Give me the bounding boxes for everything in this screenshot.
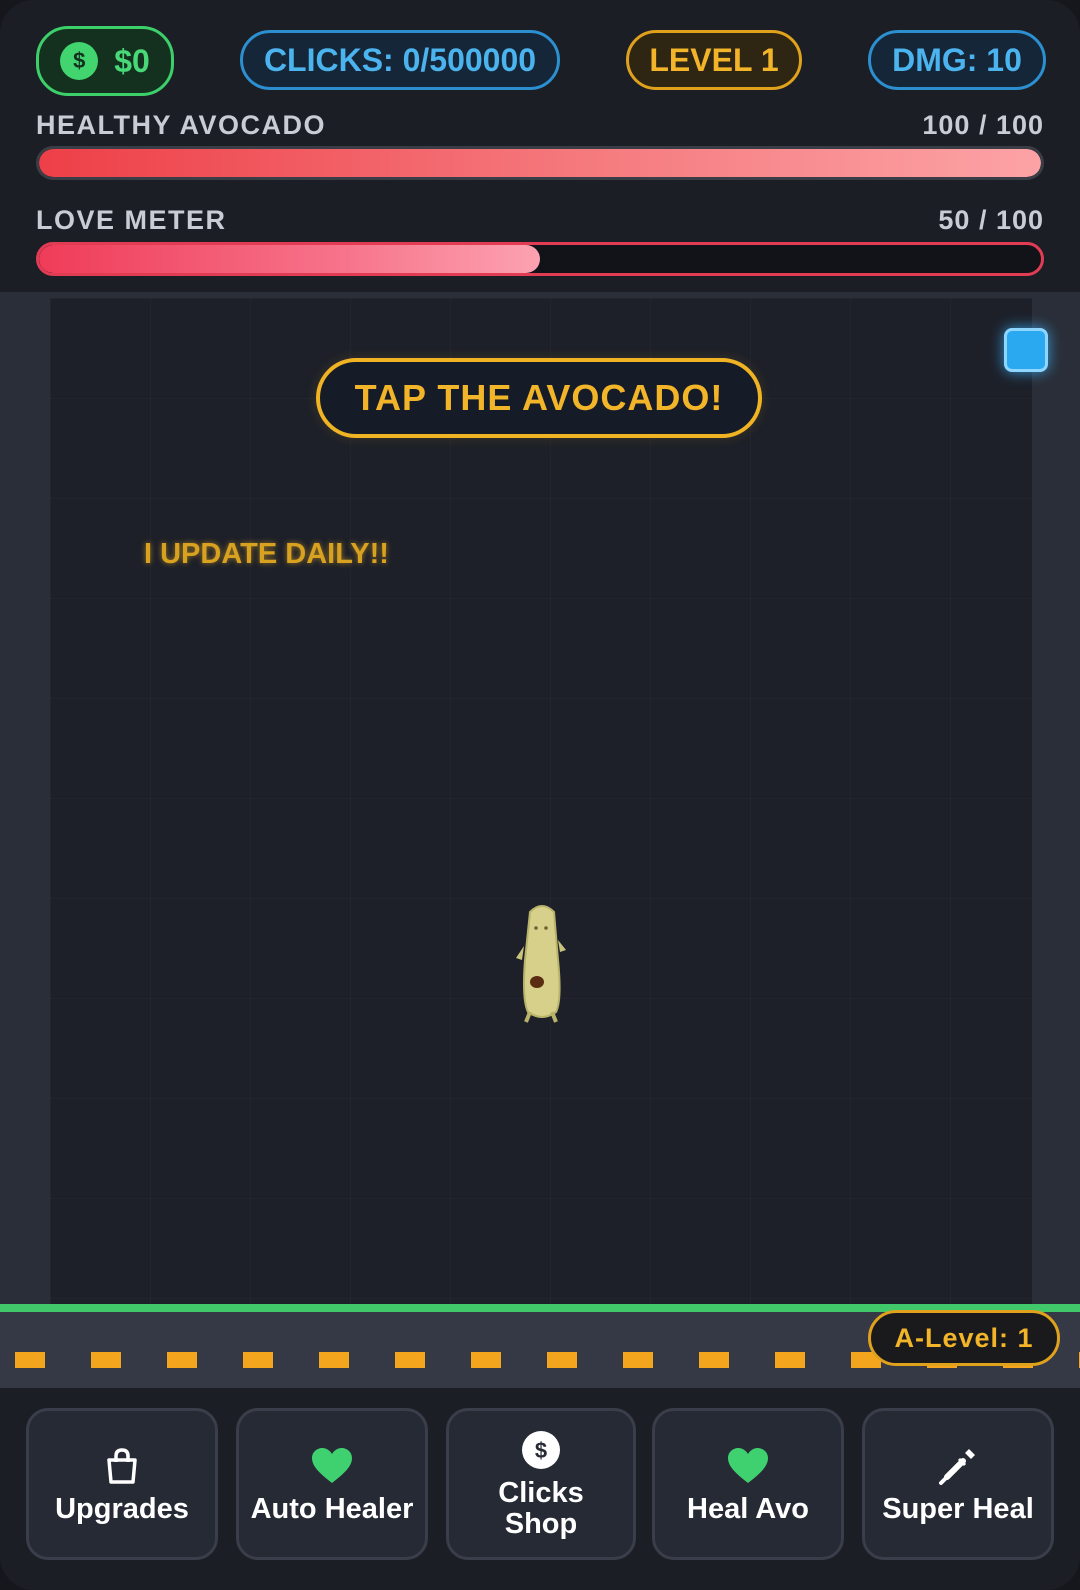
game-screen: $ $0 CLICKS: 0/500000 LEVEL 1 DMG: 10 HE… <box>0 0 1080 1590</box>
love-meter-bar <box>36 242 1044 276</box>
level-value: LEVEL 1 <box>649 41 779 78</box>
top-hud: $ $0 CLICKS: 0/500000 LEVEL 1 DMG: 10 HE… <box>0 0 1080 292</box>
super-heal-button[interactable]: Super Heal <box>862 1408 1054 1560</box>
shopping-bag-icon <box>100 1444 144 1488</box>
money-badge: $ $0 <box>36 26 174 96</box>
love-meter-value: 50 / 100 <box>938 205 1044 235</box>
a-level-badge: A-Level: 1 <box>868 1310 1060 1366</box>
heart-icon <box>310 1444 354 1488</box>
damage-badge: DMG: 10 <box>868 30 1046 90</box>
upgrades-button[interactable]: Upgrades <box>26 1408 218 1560</box>
super-heal-label: Super Heal <box>882 1492 1034 1525</box>
play-field[interactable] <box>0 292 1080 1304</box>
blue-square-icon[interactable] <box>1004 328 1048 372</box>
avocado-character[interactable] <box>512 900 572 1030</box>
money-value: $0 <box>114 42 150 79</box>
heal-avo-button[interactable]: Heal Avo <box>652 1408 844 1560</box>
dollar-coin-icon: $ <box>60 42 99 80</box>
damage-value: DMG: 10 <box>892 41 1022 78</box>
heal-avo-label: Heal Avo <box>687 1492 809 1525</box>
heart-icon <box>726 1444 770 1488</box>
clicks-shop-button[interactable]: $ Clicks Shop <box>446 1408 636 1560</box>
clicks-value: CLICKS: 0/500000 <box>263 41 537 78</box>
daily-update-text: I UPDATE DAILY!! <box>144 538 389 570</box>
health-bar <box>36 146 1044 180</box>
auto-healer-label: Auto Healer <box>250 1492 414 1525</box>
auto-healer-button[interactable]: Auto Healer <box>236 1408 428 1560</box>
coin-icon: $ <box>519 1428 563 1472</box>
level-badge: LEVEL 1 <box>626 30 802 90</box>
health-bar-fill <box>39 149 1041 177</box>
play-field-grid <box>50 298 1032 1304</box>
love-meter-fill <box>39 245 540 273</box>
love-meter-label: LOVE METER <box>36 205 227 235</box>
clicks-counter: CLICKS: 0/500000 <box>240 30 560 90</box>
clicks-shop-label: Clicks Shop <box>498 1477 584 1540</box>
tap-prompt-banner: TAP THE AVOCADO! <box>316 358 762 438</box>
health-bar-value: 100 / 100 <box>922 110 1044 140</box>
syringe-icon <box>936 1444 980 1488</box>
health-bar-label: HEALTHY AVOCADO <box>36 110 327 140</box>
upgrades-label: Upgrades <box>55 1492 189 1525</box>
action-bar: Upgrades Auto Healer $ Clicks Shop Heal … <box>0 1388 1080 1590</box>
